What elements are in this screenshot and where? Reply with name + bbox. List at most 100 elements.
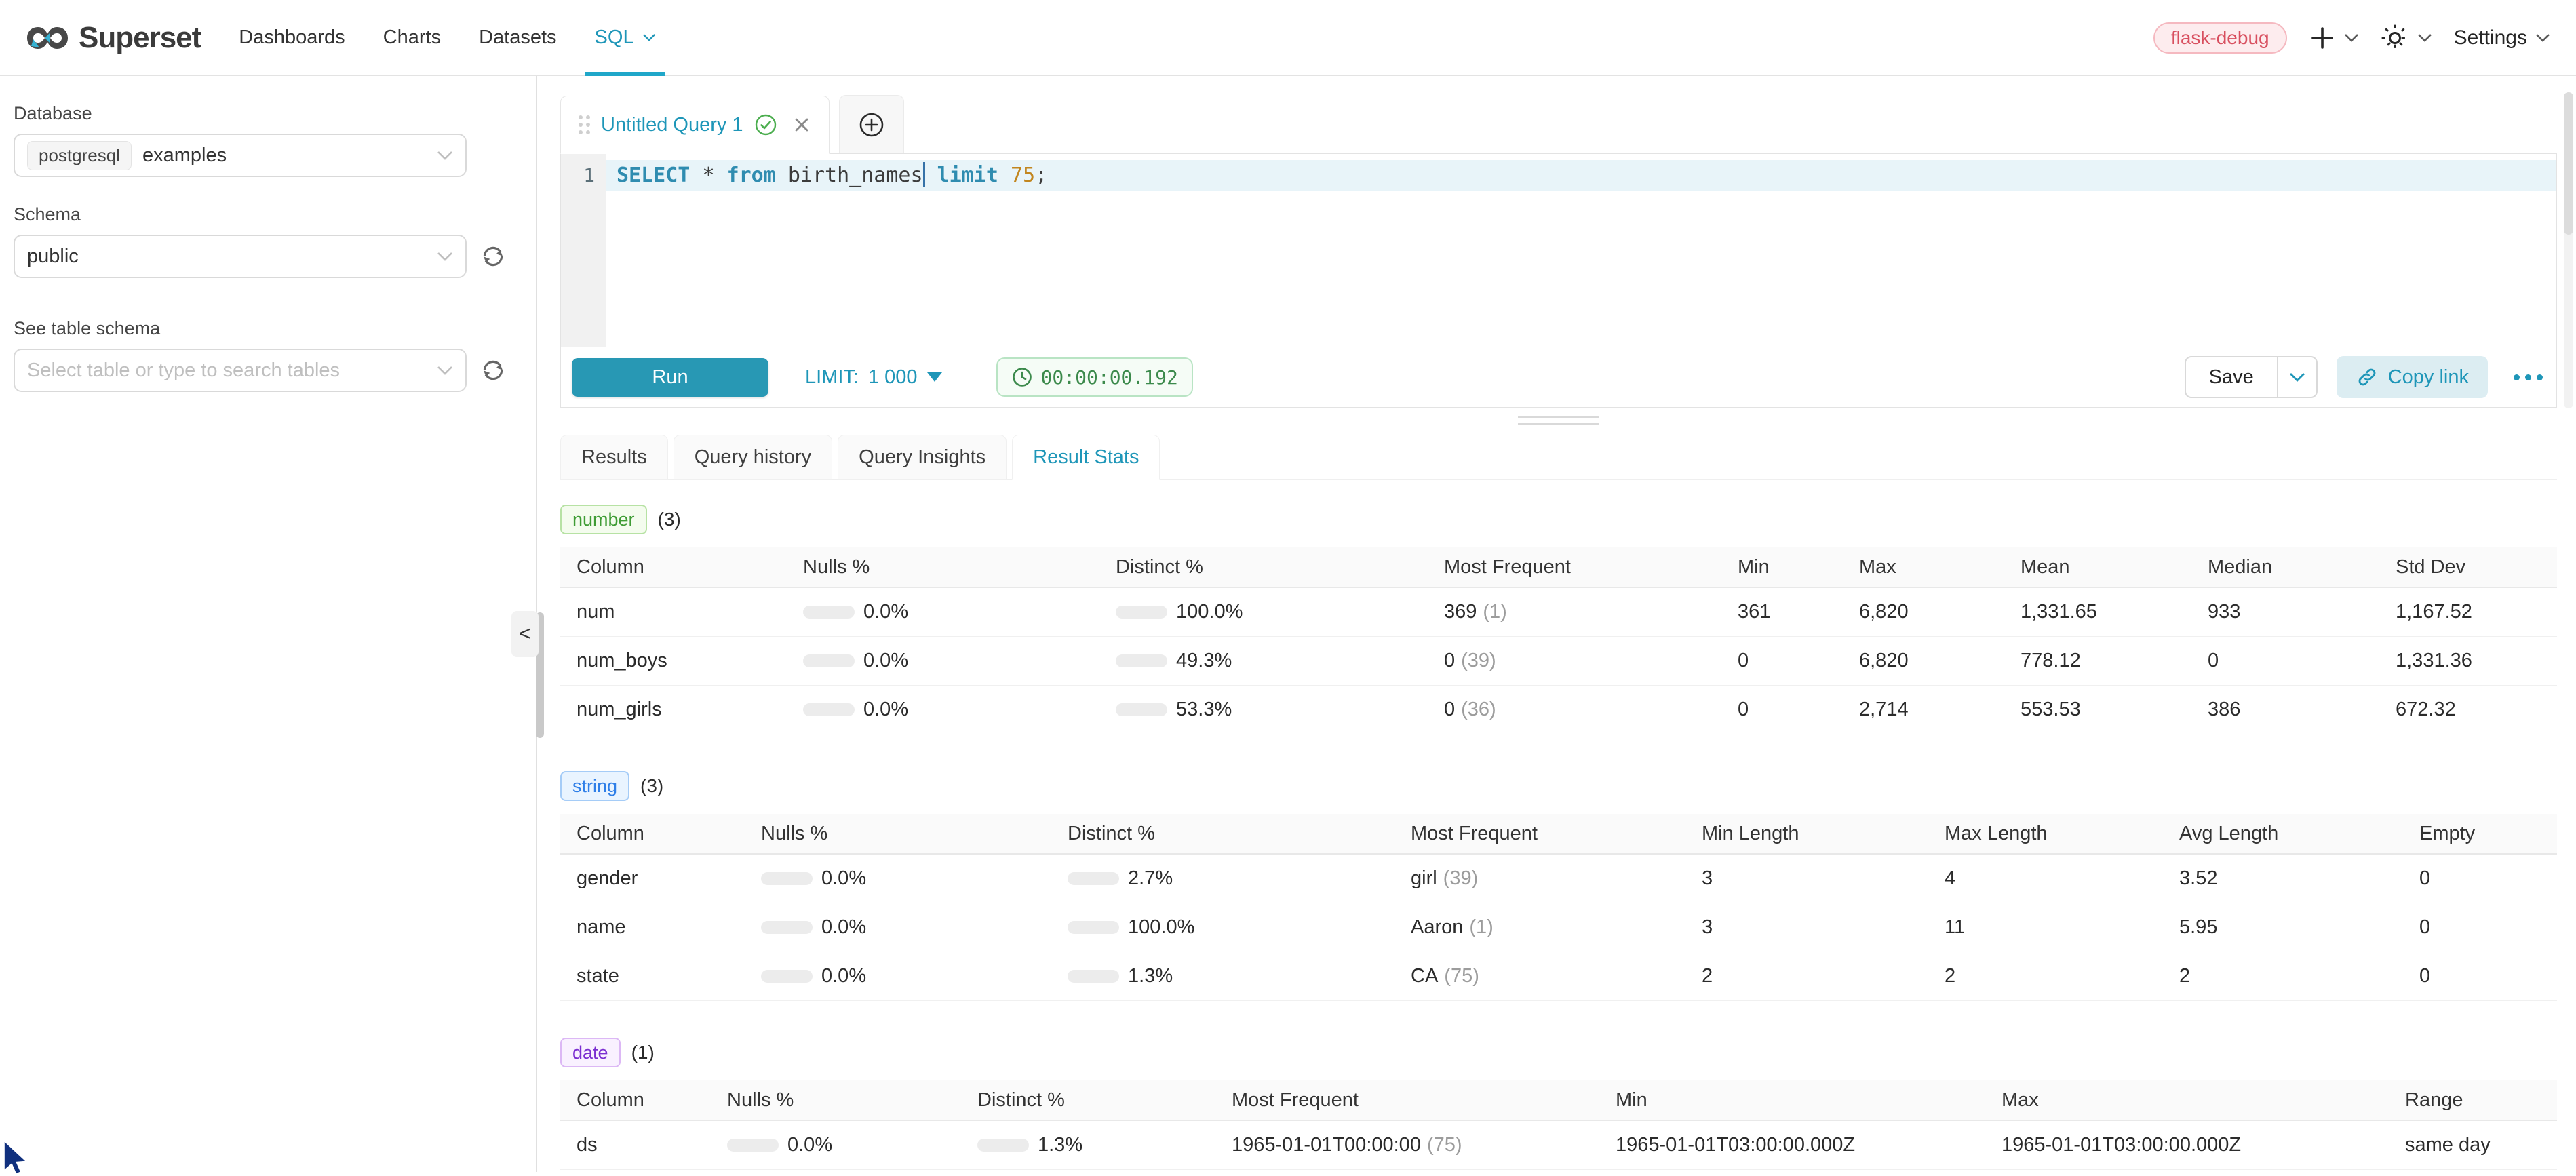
stat-value-empty: 0: [2419, 855, 2557, 903]
nulls-bar: [803, 703, 855, 716]
sql-token: limit: [937, 163, 998, 187]
nulls-bar: [803, 606, 855, 619]
limit-dropdown[interactable]: LIMIT: 1 000: [805, 366, 942, 389]
sql-code-area[interactable]: 1 SELECT * from birth_names limit 75;: [561, 154, 2556, 347]
stat-value-median: 933: [2208, 588, 2396, 636]
superset-logo[interactable]: Superset: [26, 16, 201, 60]
chevron-down-icon: [642, 33, 656, 42]
distinct-cell: 53.3%: [1116, 686, 1444, 734]
distinct-bar: [1068, 970, 1119, 983]
most-frequent-value: CA: [1411, 965, 1438, 987]
database-select[interactable]: postgresql examples: [14, 134, 467, 177]
column-header-min-length: Min Length: [1702, 814, 1945, 853]
save-button[interactable]: Save: [2186, 357, 2277, 397]
more-actions-button[interactable]: [2507, 374, 2550, 380]
nav-item-dashboards[interactable]: Dashboards: [220, 0, 364, 76]
tab-result-stats[interactable]: Result Stats: [1012, 435, 1160, 480]
chevron-down-icon: [2417, 33, 2432, 43]
nulls-cell: 0.0%: [761, 855, 1068, 903]
sql-token: from: [727, 163, 776, 187]
chevron-down-icon: [437, 151, 453, 161]
theme-toggle-button[interactable]: [2381, 24, 2432, 52]
table-select[interactable]: Select table or type to search tables: [14, 349, 467, 392]
stat-value-min: 0: [1738, 637, 1859, 685]
tab-query-history[interactable]: Query history: [674, 435, 832, 480]
nav-item-label: SQL: [595, 26, 634, 49]
nulls-bar: [761, 872, 813, 885]
chevron-down-icon: [2535, 33, 2550, 43]
nulls-percent: 0.0%: [863, 650, 908, 672]
editor-scrollbar[interactable]: [2564, 92, 2573, 408]
stat-value-max: 6,820: [1859, 588, 2021, 636]
most-frequent-cell: CA(75): [1411, 952, 1702, 1000]
stat-value-avg-length: 5.95: [2179, 903, 2419, 952]
run-button[interactable]: Run: [572, 358, 768, 397]
nulls-bar: [761, 921, 813, 934]
tab-results[interactable]: Results: [560, 435, 668, 480]
save-options-button[interactable]: [2277, 357, 2316, 397]
nav-right-cluster: flask-debug Settings: [2153, 22, 2550, 54]
query-tab-title: Untitled Query 1: [601, 114, 743, 136]
database-value: examples: [142, 144, 227, 167]
row-name: state: [560, 952, 761, 1000]
stat-value-range: same day: [2405, 1121, 2557, 1169]
schema-select[interactable]: public: [14, 235, 467, 278]
sql-token: 75: [1011, 163, 1035, 187]
most-frequent-cell: 1965-01-01T00:00:00(75): [1232, 1121, 1616, 1169]
table-schema-label: See table schema: [14, 318, 523, 339]
link-icon: [2356, 366, 2379, 389]
column-header-nulls-: Nulls %: [761, 814, 1068, 853]
column-header-range: Range: [2405, 1080, 2557, 1120]
close-tab-icon[interactable]: [792, 115, 811, 134]
copy-link-button[interactable]: Copy link: [2337, 356, 2488, 398]
settings-menu[interactable]: Settings: [2454, 26, 2550, 50]
stat-value-mean: 778.12: [2021, 637, 2208, 685]
sql-statement[interactable]: SELECT * from birth_names limit 75;: [606, 160, 2556, 191]
nulls-percent: 0.0%: [787, 1134, 832, 1156]
type-badge-date: date: [560, 1038, 621, 1067]
table-header-row: ColumnNulls %Distinct %Most FrequentMinM…: [560, 547, 2557, 588]
distinct-percent: 100.0%: [1176, 601, 1243, 623]
stat-value-min: 361: [1738, 588, 1859, 636]
scrollbar-thumb[interactable]: [2564, 92, 2573, 235]
most-frequent-value: 1965-01-01T00:00:00: [1232, 1134, 1421, 1156]
stat-value-max: 1965-01-01T03:00:00.000Z: [2002, 1121, 2405, 1169]
result-stats-panel: number(3)ColumnNulls %Distinct %Most Fre…: [560, 480, 2557, 1170]
chevron-down-icon: [2344, 33, 2359, 43]
nav-item-datasets[interactable]: Datasets: [460, 0, 575, 76]
nav-item-sql[interactable]: SQL: [576, 0, 675, 76]
nav-item-charts[interactable]: Charts: [364, 0, 460, 76]
pane-resize-handle[interactable]: [1518, 416, 1599, 425]
most-frequent-count: (1): [1483, 601, 1506, 623]
refresh-schemas-icon[interactable]: [480, 243, 506, 269]
nulls-percent: 0.0%: [863, 699, 908, 721]
row-name: gender: [560, 855, 761, 903]
drag-handle-icon[interactable]: [579, 115, 590, 134]
sql-token: ;: [1035, 163, 1047, 187]
sql-token: [690, 163, 702, 187]
table-header-row: ColumnNulls %Distinct %Most FrequentMinM…: [560, 1080, 2557, 1121]
column-header-distinct-: Distinct %: [1068, 814, 1411, 853]
table-row: num0.0%100.0%369(1)3616,8201,331.659331,…: [560, 588, 2557, 637]
distinct-bar: [1116, 606, 1167, 619]
refresh-tables-icon[interactable]: [480, 357, 506, 383]
distinct-cell: 1.3%: [1068, 952, 1411, 1000]
new-item-button[interactable]: [2309, 24, 2359, 52]
stat-value-max-length: 2: [1945, 952, 2179, 1000]
nulls-cell: 0.0%: [761, 952, 1068, 1000]
column-header-most-frequent: Most Frequent: [1411, 814, 1702, 853]
table-header-row: ColumnNulls %Distinct %Most FrequentMin …: [560, 814, 2557, 855]
table-row: ds0.0%1.3%1965-01-01T00:00:00(75)1965-01…: [560, 1121, 2557, 1170]
most-frequent-value: 0: [1444, 650, 1455, 672]
column-header-empty: Empty: [2419, 814, 2557, 853]
stat-value-median: 386: [2208, 686, 2396, 734]
new-query-tab-button[interactable]: [839, 95, 904, 153]
nulls-bar: [761, 970, 813, 983]
query-tab[interactable]: Untitled Query 1: [560, 96, 830, 154]
distinct-percent: 1.3%: [1038, 1134, 1082, 1156]
collapse-sidebar-button[interactable]: <: [511, 611, 539, 657]
table-row: state0.0%1.3%CA(75)2220: [560, 952, 2557, 1001]
column-count: (3): [640, 775, 663, 797]
tab-query-insights[interactable]: Query Insights: [838, 435, 1007, 480]
timer-value: 00:00:00.192: [1041, 366, 1178, 389]
